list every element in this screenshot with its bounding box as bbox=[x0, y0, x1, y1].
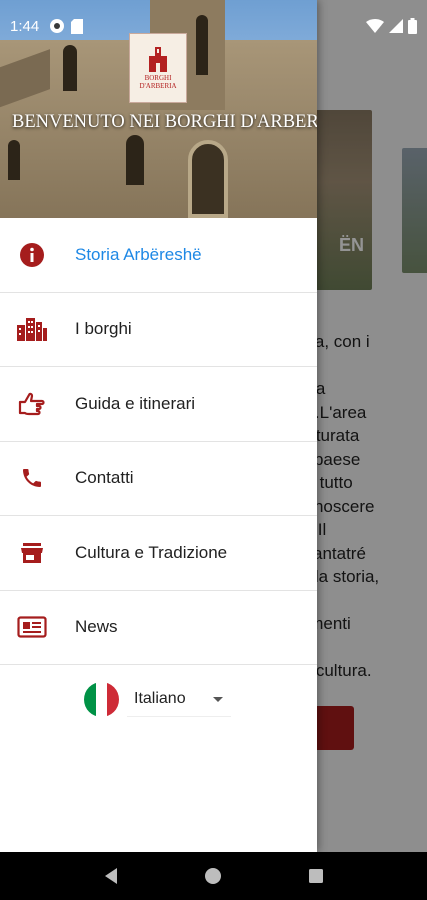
status-bar: 1:44 bbox=[0, 0, 427, 52]
menu-item-guida[interactable]: Guida e itinerari bbox=[0, 367, 317, 442]
city-icon bbox=[16, 313, 48, 345]
menu-label-borghi: I borghi bbox=[75, 319, 132, 339]
menu-label-storia: Storia Arbëreshë bbox=[75, 244, 202, 264]
logo-text-line-1: BORGHI bbox=[144, 74, 172, 82]
info-icon bbox=[16, 239, 48, 271]
status-time: 1:44 bbox=[10, 17, 40, 35]
dropdown-caret-icon bbox=[213, 697, 223, 702]
recents-icon[interactable] bbox=[308, 868, 324, 884]
signal-icon bbox=[389, 19, 403, 33]
italy-flag-icon bbox=[84, 681, 119, 717]
hand-pointer-icon bbox=[16, 388, 48, 420]
language-dropdown[interactable]: Italiano bbox=[127, 681, 231, 717]
header-title: BENVENUTO NEI BORGHI D'ARBERIA bbox=[12, 112, 317, 132]
navigation-drawer: BORGHI D'ARBERIA BENVENUTO NEI BORGHI D'… bbox=[0, 0, 317, 852]
language-selected-label: Italiano bbox=[134, 689, 186, 707]
logo-text-line-2: D'ARBERIA bbox=[139, 82, 177, 90]
notification-app-icon bbox=[50, 19, 65, 33]
menu-label-news: News bbox=[75, 617, 118, 637]
menu-item-contatti[interactable]: Contatti bbox=[0, 442, 317, 516]
sd-card-icon bbox=[71, 18, 84, 34]
menu-label-guida: Guida e itinerari bbox=[75, 393, 196, 413]
store-icon bbox=[16, 537, 48, 569]
menu-item-cultura[interactable]: Cultura e Tradizione bbox=[0, 516, 317, 591]
language-selector[interactable]: Italiano bbox=[84, 680, 231, 718]
newspaper-icon bbox=[16, 611, 48, 643]
back-icon[interactable] bbox=[103, 867, 119, 885]
menu-label-contatti: Contatti bbox=[75, 468, 134, 488]
menu-item-borghi[interactable]: I borghi bbox=[0, 293, 317, 367]
battery-icon bbox=[408, 18, 417, 34]
home-icon[interactable] bbox=[204, 867, 222, 885]
menu-item-storia[interactable]: Storia Arbëreshë bbox=[0, 218, 317, 293]
menu-label-cultura: Cultura e Tradizione bbox=[75, 542, 228, 562]
phone-icon bbox=[16, 462, 48, 494]
wifi-icon bbox=[366, 19, 384, 33]
menu-item-news[interactable]: News bbox=[0, 591, 317, 665]
system-nav-bar bbox=[0, 852, 427, 900]
